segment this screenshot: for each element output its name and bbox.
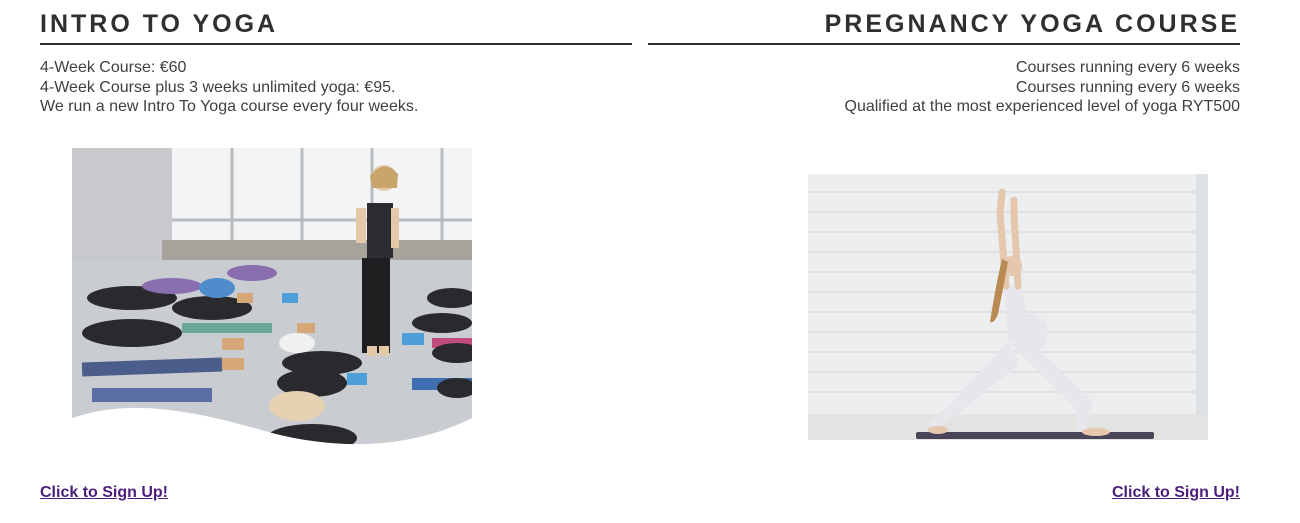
pregnancy-divider <box>648 43 1240 45</box>
pregnancy-yoga-section: PREGNANCY YOGA COURSE Courses running ev… <box>648 0 1240 523</box>
intro-to-yoga-section: INTRO TO YOGA 4-Week Course: €60 4-Week … <box>40 0 632 523</box>
intro-signup-link[interactable]: Click to Sign Up! <box>40 484 168 502</box>
pregnancy-pose-photo <box>808 174 1208 440</box>
intro-bundle-line: 4-Week Course plus 3 weeks unlimited yog… <box>40 78 396 96</box>
intro-heading: INTRO TO YOGA <box>40 10 279 38</box>
pregnancy-schedule-line: Courses running every 6 weeks <box>1015 59 1240 76</box>
intro-schedule-line: We run a new Intro To Yoga course every … <box>40 98 419 115</box>
pregnancy-qualification-line: Qualified at the most experienced level … <box>844 98 1241 115</box>
pregnancy-heading: PREGNANCY YOGA COURSE <box>824 10 1240 38</box>
pregnancy-details: Courses running every 6 weeks Courses ru… <box>648 58 1241 117</box>
pregnancy-signup-link[interactable]: Click to Sign Up! <box>1112 484 1240 502</box>
intro-divider <box>40 43 632 45</box>
intro-details: 4-Week Course: €60 4-Week Course plus 3 … <box>40 58 632 117</box>
pregnancy-schedule-line-repeat: Courses running every 6 weeks <box>1015 78 1240 96</box>
intro-class-photo <box>72 148 472 448</box>
intro-price-line: 4-Week Course: €60 <box>40 59 187 76</box>
